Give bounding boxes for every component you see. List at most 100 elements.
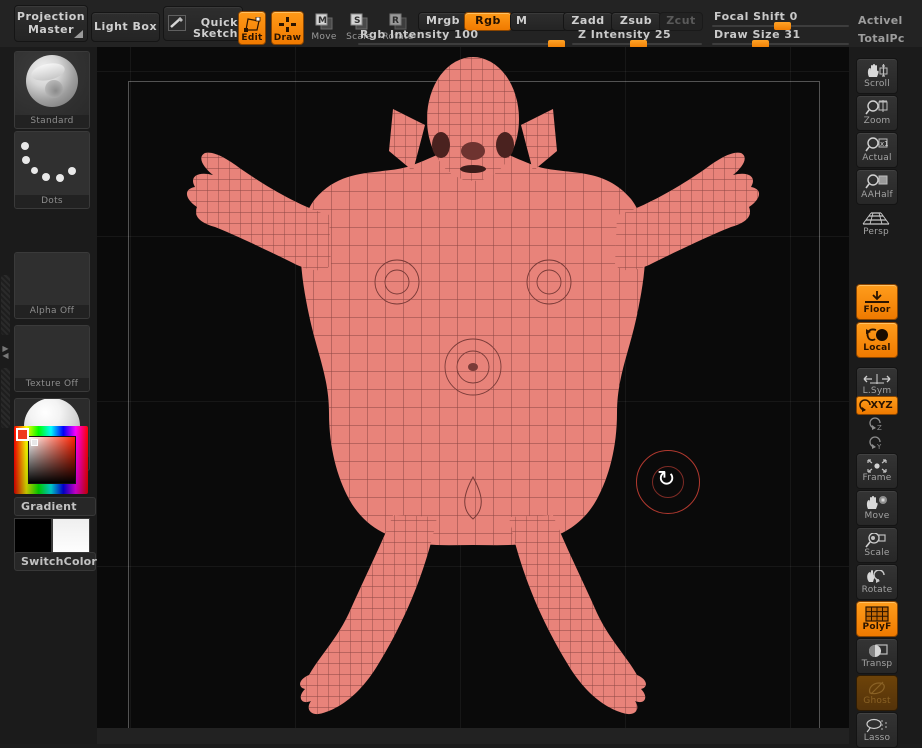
primary-color-swatch[interactable] [14, 518, 52, 556]
xyz-rotate-icon [859, 398, 872, 412]
ghost-button[interactable]: Ghost [856, 675, 898, 711]
z-intensity-slider[interactable]: Z Intensity 25 [572, 30, 702, 48]
move-view-label: Move [865, 511, 890, 521]
rotate-y-button[interactable]: Y [856, 432, 896, 454]
zbrush-window: Projection Master Light Box Quick Sketch [0, 0, 922, 744]
move-view-button[interactable]: Move [856, 490, 898, 526]
triangle-left-icon: ◀ [2, 352, 8, 359]
rgb-intensity-slider[interactable]: Rgb Intensity 100 [358, 30, 558, 48]
brush-standard-icon [15, 52, 89, 115]
right-palette: Scroll Zoom x1 Actual [849, 47, 922, 744]
frame-button[interactable]: Frame [856, 453, 898, 489]
zoom-button[interactable]: Zoom [856, 95, 898, 131]
canvas[interactable]: ↻ [97, 47, 849, 728]
switch-color-button[interactable]: SwitchColor [14, 552, 96, 571]
svg-text:S: S [354, 16, 360, 26]
floor-grid-icon [864, 290, 890, 305]
brush-label: Standard [15, 115, 89, 128]
left-rail-top[interactable] [1, 275, 10, 335]
frame-icon [865, 459, 889, 473]
gradient-label: Gradient [21, 500, 77, 513]
texture-label: Texture Off [15, 378, 89, 391]
switch-color-label: SwitchColor [21, 555, 97, 568]
magnifier-aahalf-icon [865, 174, 889, 190]
active-points-label: Activel [858, 14, 920, 27]
scroll-button[interactable]: Scroll [856, 58, 898, 94]
rotate-y-icon: Y [866, 435, 886, 451]
local-symmetry-icon [862, 374, 892, 386]
svg-text:M: M [318, 16, 327, 26]
polyframe-icon [865, 606, 889, 622]
light-box-label: Light Box [94, 21, 157, 34]
canvas-bottom-strip [97, 728, 849, 744]
z-intensity-label: Z Intensity 25 [578, 28, 671, 41]
local-button[interactable]: Local [856, 322, 898, 358]
zoom-label: Zoom [864, 116, 891, 126]
focal-shift-label: Focal Shift 0 [714, 10, 798, 23]
scroll-label: Scroll [864, 79, 890, 89]
edit-label: Edit [241, 33, 262, 43]
rgb-intensity-track [358, 43, 558, 45]
edit-button[interactable]: Edit [238, 11, 266, 45]
floor-label: Floor [863, 305, 890, 315]
light-box-button[interactable]: Light Box [91, 12, 160, 42]
scale-view-label: Scale [864, 548, 889, 558]
color-picker[interactable] [14, 426, 88, 494]
magnifier-zoom-icon [865, 100, 889, 116]
brush-swatch[interactable]: Standard [14, 51, 90, 129]
gradient-button[interactable]: Gradient [14, 497, 96, 516]
left-rail-bottom[interactable] [1, 368, 10, 428]
lasso-button[interactable]: Lasso [856, 712, 898, 748]
m-label: M [516, 15, 527, 28]
texture-off-icon [15, 326, 89, 378]
floor-button[interactable]: Floor [856, 284, 898, 320]
texture-swatch[interactable]: Texture Off [14, 325, 90, 392]
svg-text:Y: Y [876, 443, 882, 451]
stroke-label: Dots [15, 195, 89, 208]
quick-sketch-icon [168, 15, 186, 31]
move-button[interactable]: M Move [309, 12, 339, 42]
zcut-label: Zcut [666, 15, 696, 28]
draw-button[interactable]: Draw [271, 11, 304, 45]
polyframe-button[interactable]: PolyF [856, 601, 898, 637]
stroke-swatch[interactable]: Dots [14, 131, 90, 209]
svg-text:R: R [392, 16, 399, 26]
projection-master-button[interactable]: Projection Master [14, 5, 88, 42]
left-collapse-handle[interactable]: ▶ ◀ [0, 340, 11, 364]
actual-button[interactable]: x1 Actual [856, 132, 898, 168]
mrgb-label: Mrgb [426, 15, 460, 28]
draw-label: Draw [274, 33, 302, 43]
secondary-color-swatch[interactable] [52, 518, 90, 556]
transparency-icon [865, 644, 889, 659]
projection-master-label-line1: Projection [17, 11, 85, 24]
projection-master-label-line2: Master [28, 24, 74, 37]
edit-icon [244, 17, 261, 32]
draw-icon [279, 17, 296, 32]
lsym-label: L.Sym [863, 386, 892, 396]
chevron-down-icon [74, 30, 83, 38]
hand-scroll-icon [866, 63, 888, 79]
persp-button[interactable]: Persp [856, 207, 896, 241]
brush-cursor: ↻ [636, 450, 700, 514]
alpha-swatch[interactable]: Alpha Off [14, 252, 90, 319]
color-picker-field[interactable] [28, 436, 76, 484]
color-picker-current-swatch [16, 428, 29, 441]
zadd-label: Zadd [571, 15, 604, 28]
scale-icon [865, 533, 889, 548]
hand-move-icon [865, 496, 889, 511]
rotate-view-button[interactable]: Rotate [856, 564, 898, 600]
draw-size-slider[interactable]: Draw Size 31 [712, 30, 849, 48]
total-points-label: TotalPc [858, 32, 920, 45]
frame-label: Frame [862, 473, 891, 483]
transp-button[interactable]: Transp [856, 638, 898, 674]
m-button[interactable]: M [510, 12, 567, 31]
quick-sketch-button[interactable]: Quick Sketch [163, 6, 243, 41]
scale-view-button[interactable]: Scale [856, 527, 898, 563]
aahalf-button[interactable]: AAHalf [856, 169, 898, 205]
perspective-grid-icon [861, 211, 891, 227]
transp-label: Transp [862, 659, 893, 669]
svg-text:x1: x1 [880, 140, 889, 148]
svg-text:Z: Z [877, 424, 882, 432]
ghost-icon [866, 681, 888, 696]
rotate-view-label: Rotate [862, 585, 893, 595]
